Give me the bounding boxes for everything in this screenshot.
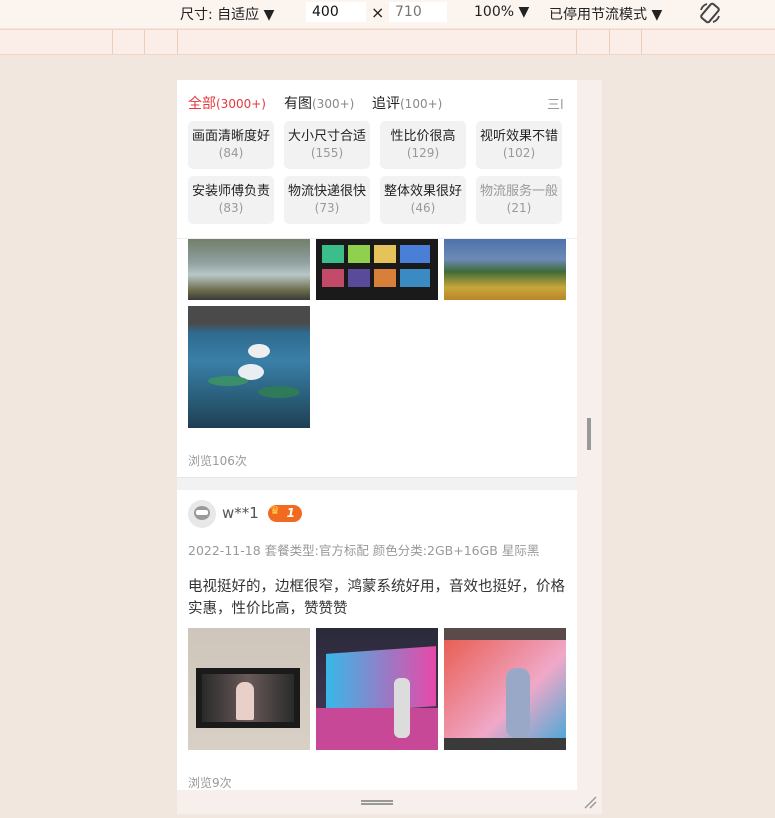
review-photo[interactable] — [188, 628, 310, 750]
tag-chip[interactable]: 画面清晰度好 (84) — [188, 121, 274, 169]
review-tabs: 全部(3000+) 有图(300+) 追评(100+) 三l — [177, 80, 577, 120]
tag-chip[interactable]: 安装师傅负责 (83) — [188, 176, 274, 224]
corner-resize-icon[interactable] — [583, 795, 597, 809]
review-photo[interactable] — [188, 237, 310, 300]
review-photo[interactable] — [316, 628, 438, 750]
review-photo[interactable] — [316, 237, 438, 300]
view-count: 浏览9次 — [188, 776, 232, 790]
tag-chip[interactable]: 性比价很高 (129) — [380, 121, 466, 169]
rotate-icon[interactable] — [698, 1, 722, 25]
review-separator — [177, 477, 577, 490]
device-viewport: 浏览106次 w**1 ♛ 1 2022-11-18 套餐类型:官方标配 颜色分… — [177, 80, 577, 790]
tag-chip[interactable]: 整体效果很好 (46) — [380, 176, 466, 224]
review-photo[interactable] — [188, 306, 310, 428]
tab-all[interactable]: 全部(3000+) — [188, 93, 266, 113]
device-toolbar: 尺寸: 自适应 ▼ × 100% ▼ 已停用节流模式 ▼ — [0, 0, 775, 28]
tab-with-images[interactable]: 有图(300+) — [284, 93, 354, 113]
tab-follow-up[interactable]: 追评(100+) — [372, 93, 442, 113]
crown-icon: ♛ — [270, 504, 280, 517]
level-badge: ♛ 1 — [268, 504, 302, 522]
tag-chip-negative[interactable]: 物流服务一般 (21) — [476, 176, 562, 224]
username: w**1 — [222, 504, 259, 522]
media-query-bar[interactable] — [0, 29, 775, 55]
view-count: 浏览106次 — [188, 454, 247, 468]
throttle-dropdown[interactable]: 已停用节流模式 ▼ — [549, 4, 662, 24]
width-input[interactable] — [306, 2, 366, 22]
tag-chip[interactable]: 视听效果不错 (102) — [476, 121, 562, 169]
level-number: 1 — [286, 506, 295, 520]
menu-icon[interactable]: 三l — [547, 94, 564, 113]
filter-header: 全部(3000+) 有图(300+) 追评(100+) 三l 画面清晰度好 (84… — [177, 80, 577, 239]
times-label: × — [371, 3, 385, 22]
review-text: 电视挺好的，边框很窄，鸿蒙系统好用，音效也挺好，价格实惠，性价比高，赞赞赞 — [188, 579, 565, 617]
height-input[interactable] — [389, 2, 447, 22]
zoom-dropdown[interactable]: 100% ▼ — [474, 4, 529, 20]
tag-chip[interactable]: 物流快递很快 (73) — [284, 176, 370, 224]
width-resize-handle[interactable] — [587, 418, 591, 450]
avatar — [188, 500, 216, 528]
dimensions-dropdown[interactable]: 尺寸: 自适应 ▼ — [180, 4, 274, 24]
review-photo[interactable] — [444, 237, 566, 300]
review-meta: 2022-11-18 套餐类型:官方标配 颜色分类:2GB+16GB 星际黑 — [188, 543, 540, 558]
tag-chip[interactable]: 大小尺寸合适 (155) — [284, 121, 370, 169]
height-resize-handle[interactable] — [361, 800, 393, 805]
review-photo[interactable] — [444, 628, 566, 750]
